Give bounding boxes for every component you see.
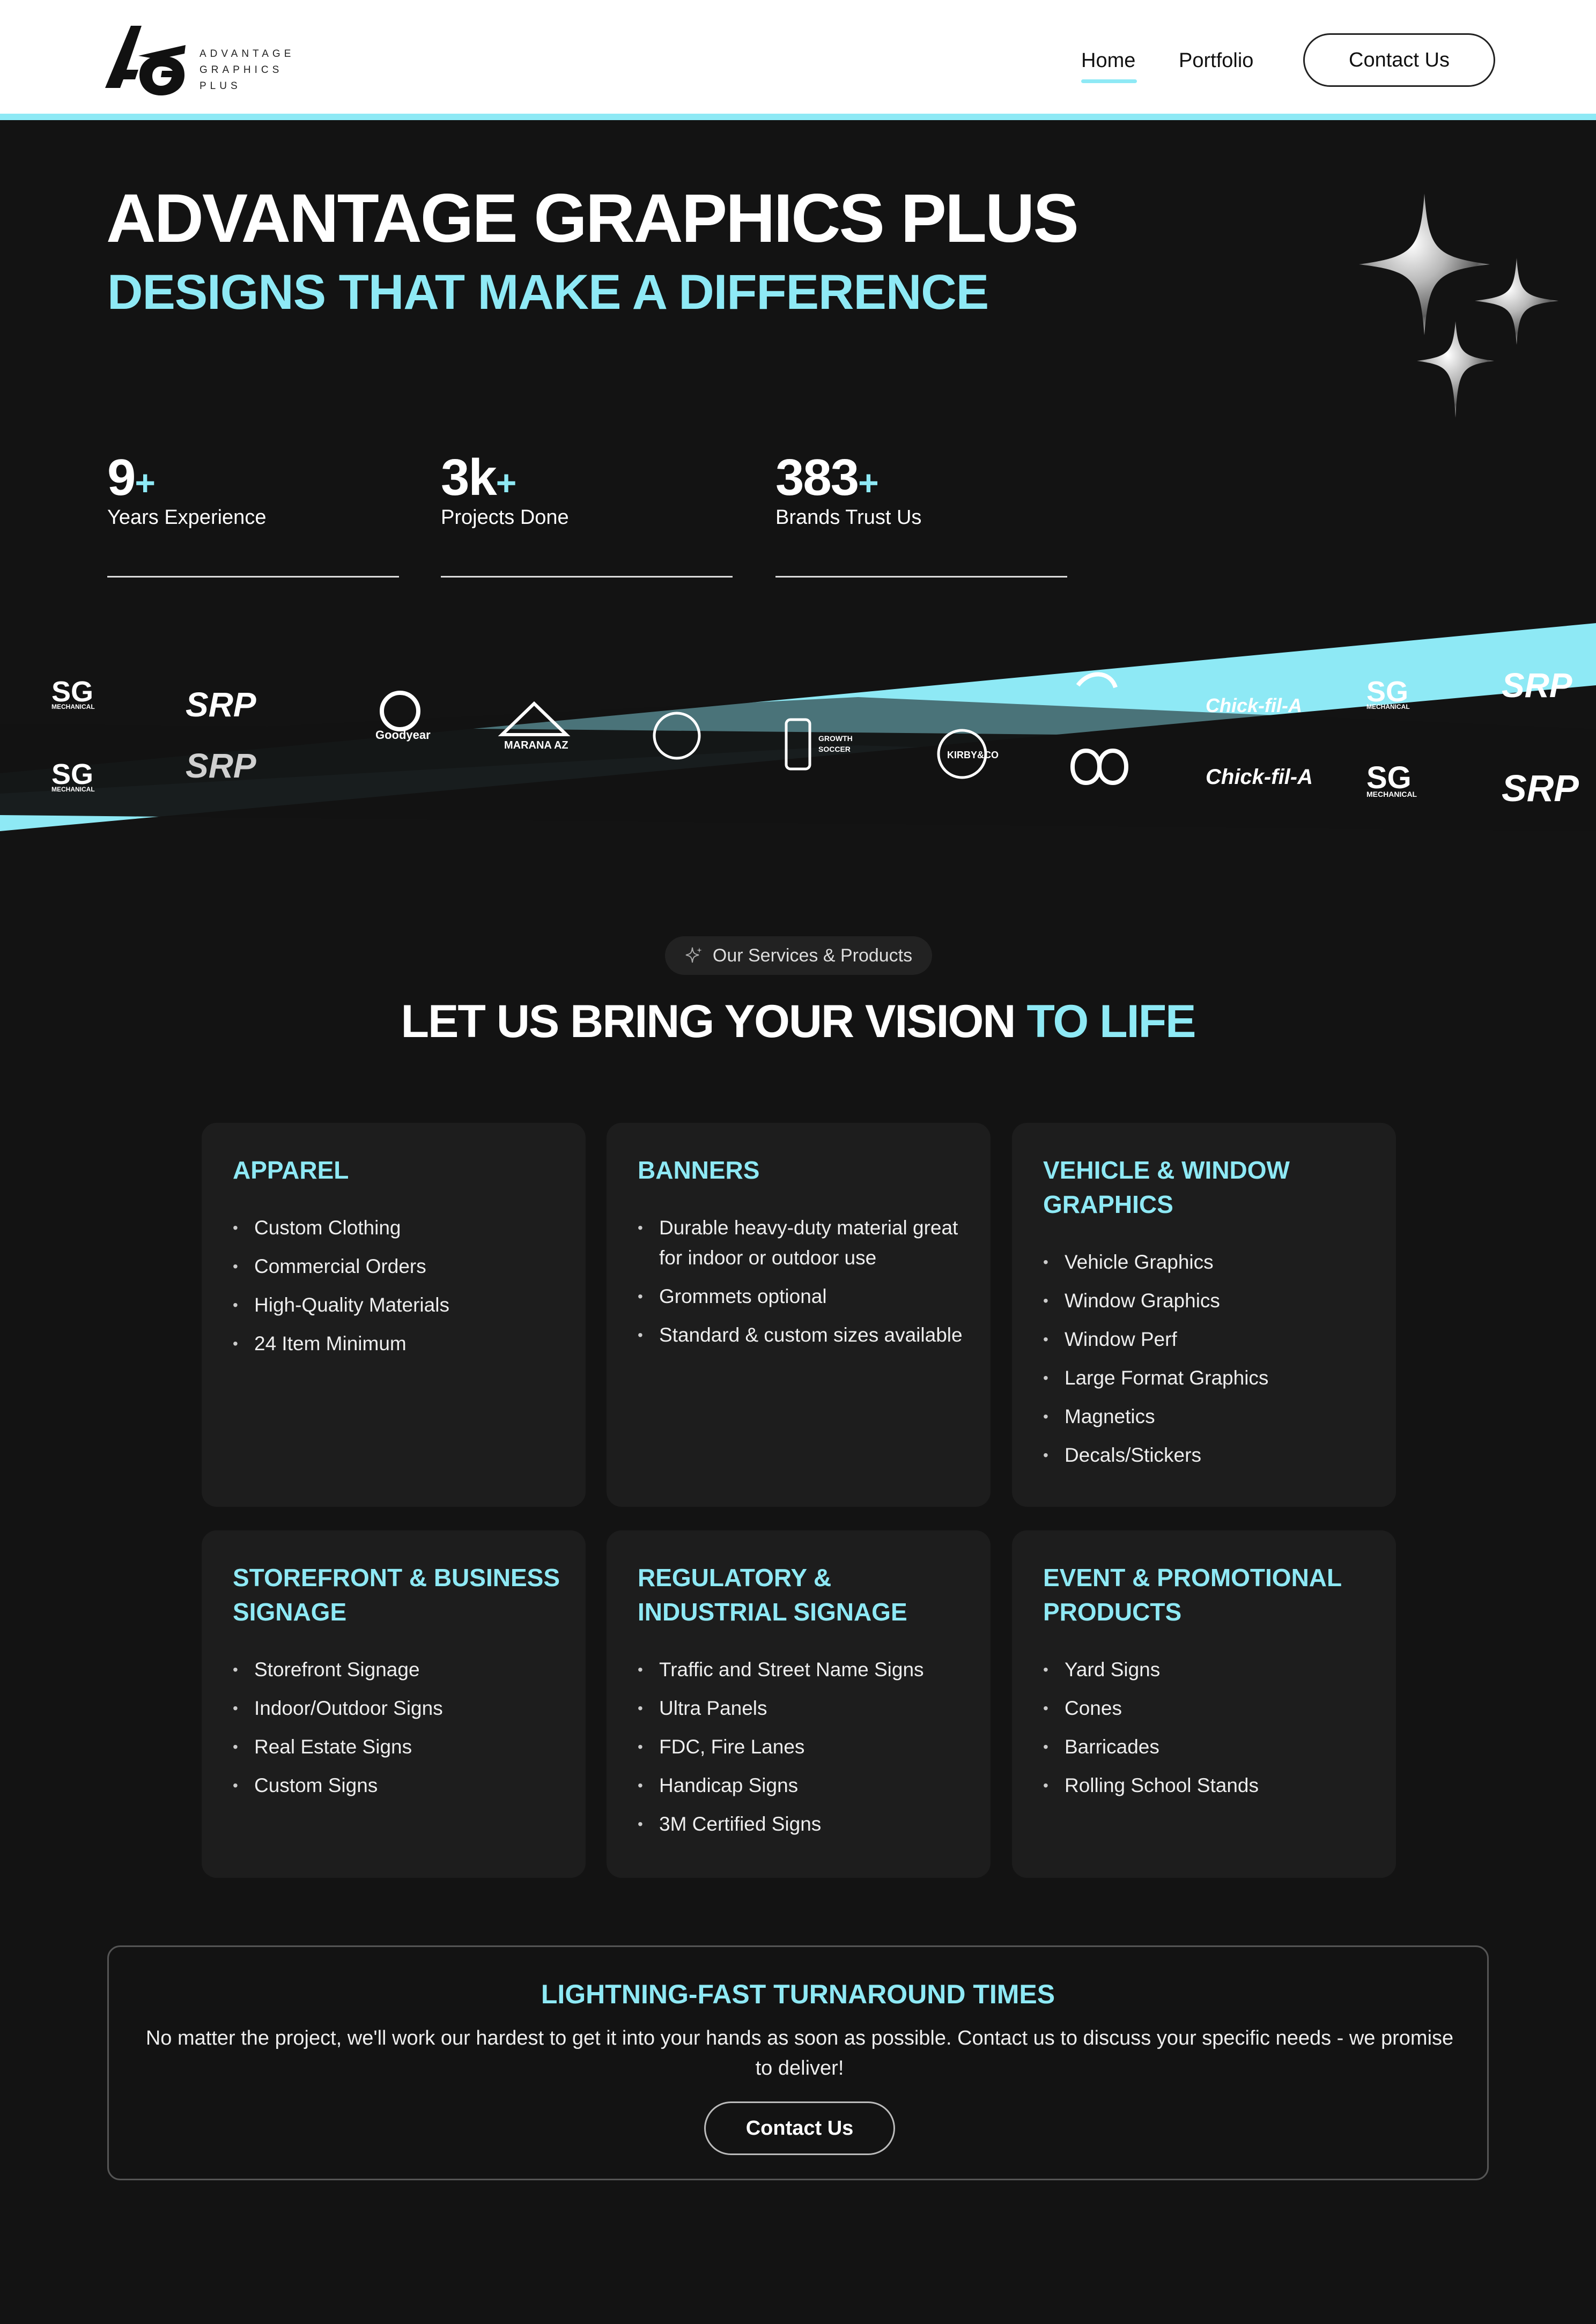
list-item: Standard & custom sizes available <box>638 1320 970 1350</box>
svg-text:Chick-fil-A: Chick-fil-A <box>1206 694 1302 716</box>
list-item: Durable heavy-duty material great for in… <box>638 1213 970 1273</box>
card-title: BANNERS <box>638 1156 760 1184</box>
list-item: Handicap Signs <box>638 1771 970 1801</box>
service-card-event-promo: EVENT & PROMOTIONAL PRODUCTS Yard Signs … <box>1012 1530 1396 1878</box>
list-item: Barricades <box>1043 1732 1376 1762</box>
stat-label: Projects Done <box>441 506 569 529</box>
svg-text:SRP: SRP <box>186 746 256 785</box>
list-item: Window Perf <box>1043 1324 1376 1355</box>
svg-text:GROWTH: GROWTH <box>818 734 853 743</box>
list-item: 3M Certified Signs <box>638 1809 970 1839</box>
stat-brands: 383+ Brands Trust Us <box>775 448 1067 579</box>
svg-text:Goodyear: Goodyear <box>375 728 431 742</box>
header-accent-line <box>0 114 1596 120</box>
svg-text:SRP: SRP <box>186 685 256 724</box>
svg-text:MARANA AZ: MARANA AZ <box>504 739 568 751</box>
hero-subtitle: DESIGNS THAT MAKE A DIFFERENCE <box>107 265 989 320</box>
card-list: Yard Signs Cones Barricades Rolling Scho… <box>1043 1655 1376 1809</box>
stat-label: Brands Trust Us <box>775 506 922 529</box>
sparkles-icon <box>1359 194 1558 418</box>
service-card-apparel: APPAREL Custom Clothing Commercial Order… <box>202 1123 586 1507</box>
stat-divider <box>107 576 399 578</box>
list-item: Custom Clothing <box>233 1213 565 1243</box>
card-list: Durable heavy-duty material great for in… <box>638 1213 970 1359</box>
card-title: APPAREL <box>233 1156 349 1184</box>
service-card-regulatory: REGULATORY & INDUSTRIAL SIGNAGE Traffic … <box>607 1530 991 1878</box>
svg-text:MECHANICAL: MECHANICAL <box>51 703 95 710</box>
list-item: Storefront Signage <box>233 1655 565 1685</box>
svg-text:KIRBY&CO: KIRBY&CO <box>947 750 999 760</box>
list-item: Rolling School Stands <box>1043 1771 1376 1801</box>
svg-text:MECHANICAL: MECHANICAL <box>51 786 95 793</box>
ag-logo-mark-icon <box>105 26 186 95</box>
list-item: Large Format Graphics <box>1043 1363 1376 1393</box>
turnaround-callout: LIGHTNING-FAST TURNAROUND TIMES No matte… <box>107 1945 1489 2180</box>
list-item: Magnetics <box>1043 1402 1376 1432</box>
services-title: LET US BRING YOUR VISION TO LIFE <box>401 996 1196 1047</box>
turnaround-title: LIGHTNING-FAST TURNAROUND TIMES <box>541 1979 1055 2009</box>
card-title: EVENT & PROMOTIONAL PRODUCTS <box>1043 1564 1342 1626</box>
list-item: Window Graphics <box>1043 1286 1376 1316</box>
list-item: 24 Item Minimum <box>233 1329 565 1359</box>
logo-wordmark: ADVANTAGE GRAPHICS PLUS <box>200 48 295 92</box>
services-pill-label: Our Services & Products <box>712 945 913 966</box>
list-item: Vehicle Graphics <box>1043 1247 1376 1277</box>
card-list: Traffic and Street Name Signs Ultra Pane… <box>638 1655 970 1848</box>
sparkle-small-icon <box>685 947 702 963</box>
hero-title: ADVANTAGE GRAPHICS PLUS <box>106 180 1079 257</box>
service-card-banners: BANNERS Durable heavy-duty material grea… <box>607 1123 991 1507</box>
brand-band-graphic: SG MECHANICAL SRP Goodyear MARANA AZ GRO… <box>0 623 1596 831</box>
card-title: VEHICLE & WINDOW GRAPHICS <box>1043 1156 1290 1218</box>
card-list: Custom Clothing Commercial Orders High-Q… <box>233 1213 565 1367</box>
contact-us-button[interactable]: Contact Us <box>704 2101 895 2155</box>
nav-contact-button[interactable]: Contact Us <box>1303 33 1495 87</box>
stat-divider <box>441 576 733 578</box>
list-item: FDC, Fire Lanes <box>638 1732 970 1762</box>
svg-text:MECHANICAL: MECHANICAL <box>1366 703 1410 710</box>
stat-value: 383+ <box>775 449 879 506</box>
brand-logo-band: SG MECHANICAL SRP Goodyear MARANA AZ GRO… <box>0 617 1596 842</box>
stat-projects: 3k+ Projects Done <box>441 448 733 579</box>
stat-divider <box>775 576 1067 578</box>
list-item: Yard Signs <box>1043 1655 1376 1685</box>
card-title: STOREFRONT & BUSINESS SIGNAGE <box>233 1564 560 1626</box>
stat-value: 9+ <box>107 449 156 506</box>
list-item: Cones <box>1043 1693 1376 1723</box>
card-list: Vehicle Graphics Window Graphics Window … <box>1043 1247 1376 1479</box>
list-item: Indoor/Outdoor Signs <box>233 1693 565 1723</box>
svg-text:MECHANICAL: MECHANICAL <box>1366 790 1417 798</box>
active-nav-indicator <box>1081 79 1137 83</box>
card-list: Storefront Signage Indoor/Outdoor Signs … <box>233 1655 565 1809</box>
list-item: Grommets optional <box>638 1282 970 1312</box>
list-item: Custom Signs <box>233 1771 565 1801</box>
stat-label: Years Experience <box>107 506 267 529</box>
service-card-storefront: STOREFRONT & BUSINESS SIGNAGE Storefront… <box>202 1530 586 1878</box>
nav-home-link[interactable]: Home <box>1081 49 1135 72</box>
site-logo[interactable]: ADVANTAGE GRAPHICS PLUS <box>105 24 320 97</box>
svg-text:SRP: SRP <box>1502 666 1572 705</box>
card-title: REGULATORY & INDUSTRIAL SIGNAGE <box>638 1564 907 1626</box>
service-card-vehicle-window: VEHICLE & WINDOW GRAPHICS Vehicle Graphi… <box>1012 1123 1396 1507</box>
site-header: ADVANTAGE GRAPHICS PLUS Home Portfolio C… <box>0 0 1596 114</box>
list-item: Decals/Stickers <box>1043 1440 1376 1470</box>
list-item: Commercial Orders <box>233 1252 565 1282</box>
list-item: Ultra Panels <box>638 1693 970 1723</box>
svg-text:SRP: SRP <box>1502 767 1579 809</box>
stat-value: 3k+ <box>441 449 516 506</box>
list-item: Traffic and Street Name Signs <box>638 1655 970 1685</box>
stat-years: 9+ Years Experience <box>107 448 399 579</box>
turnaround-text: No matter the project, we'll work our ha… <box>145 2027 1454 2079</box>
nav-portfolio-link[interactable]: Portfolio <box>1179 49 1253 72</box>
svg-text:Chick-fil-A: Chick-fil-A <box>1206 765 1313 789</box>
services-pill-badge: Our Services & Products <box>665 936 932 975</box>
list-item: Real Estate Signs <box>233 1732 565 1762</box>
svg-text:SOCCER: SOCCER <box>818 745 851 753</box>
list-item: High-Quality Materials <box>233 1290 565 1320</box>
